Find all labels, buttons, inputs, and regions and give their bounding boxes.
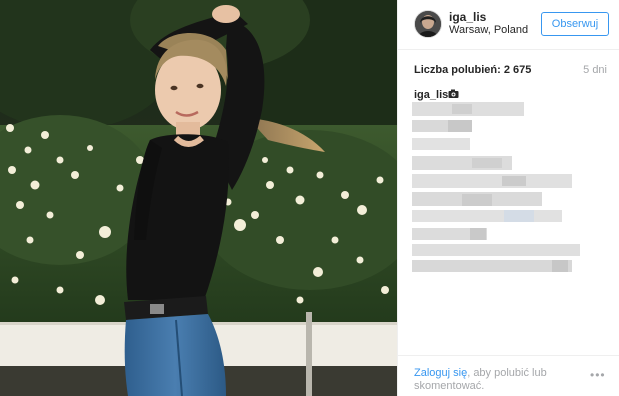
caption-text-pixelated bbox=[412, 102, 612, 272]
avatar-image bbox=[415, 11, 441, 37]
author-avatar[interactable] bbox=[414, 10, 442, 38]
post-location[interactable]: Warsaw, Poland bbox=[449, 24, 528, 36]
author-username[interactable]: iga_lis bbox=[449, 10, 486, 24]
post-side-panel: iga_lis Warsaw, Poland Obserwuj Liczba p… bbox=[397, 0, 619, 396]
post-footer: Zaloguj się, aby polubić lub skomentować… bbox=[398, 355, 619, 396]
caption-username[interactable]: iga_lis bbox=[414, 89, 448, 101]
login-prompt: Zaloguj się, aby polubić lub skomentować… bbox=[414, 367, 564, 393]
follow-button[interactable]: Obserwuj bbox=[541, 12, 609, 36]
post-age[interactable]: 5 dni bbox=[583, 64, 607, 76]
photo-image bbox=[0, 0, 397, 396]
post-header: iga_lis Warsaw, Poland Obserwuj bbox=[398, 0, 619, 50]
likes-count[interactable]: Liczba polubień: 2 675 bbox=[414, 64, 531, 76]
login-link[interactable]: Zaloguj się bbox=[414, 367, 467, 379]
camera-emoji-icon bbox=[448, 89, 459, 98]
post-photo[interactable] bbox=[0, 0, 397, 396]
more-options-icon[interactable]: ••• bbox=[590, 368, 606, 382]
